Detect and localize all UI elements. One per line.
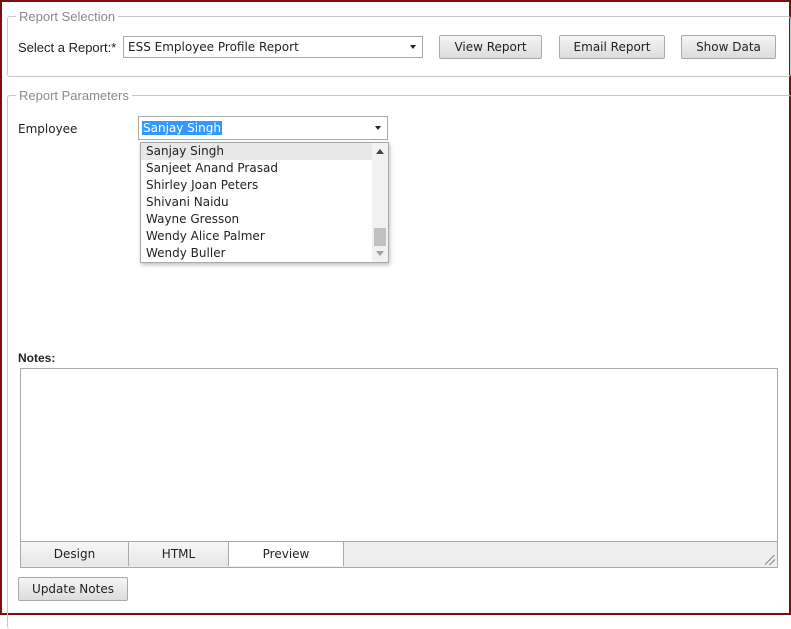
- employee-select[interactable]: Sanjay Singh: [138, 116, 388, 140]
- employee-options: Sanjay Singh Sanjeet Anand Prasad Shirley …: [141, 143, 373, 262]
- email-report-button[interactable]: Email Report: [559, 35, 665, 59]
- required-mark: *: [111, 40, 117, 55]
- report-parameters-legend: Report Parameters: [19, 88, 129, 103]
- employee-dropdown-list[interactable]: Sanjay Singh Sanjeet Anand Prasad Shirley …: [140, 142, 389, 263]
- scroll-down-icon[interactable]: [376, 251, 384, 256]
- list-item[interactable]: Wendy Buller: [141, 245, 373, 262]
- list-item[interactable]: Sanjay Singh: [141, 143, 373, 160]
- app-frame: Report Selection Select a Report:* ESS E…: [0, 0, 791, 629]
- notes-content[interactable]: [21, 369, 777, 542]
- update-notes-button[interactable]: Update Notes: [18, 577, 128, 601]
- chevron-down-icon: [375, 126, 381, 130]
- list-item[interactable]: Wendy Alice Palmer: [141, 228, 373, 245]
- show-data-button[interactable]: Show Data: [681, 35, 776, 59]
- notes-label: Notes:: [18, 351, 56, 365]
- tab-preview[interactable]: Preview: [229, 542, 344, 566]
- notes-editor[interactable]: Design HTML Preview: [20, 368, 778, 568]
- dropdown-scrollbar[interactable]: [372, 143, 388, 262]
- employee-label: Employee: [18, 122, 78, 136]
- list-item[interactable]: Wayne Gresson: [141, 211, 373, 228]
- list-item[interactable]: Shivani Naidu: [141, 194, 373, 211]
- chevron-down-icon: [410, 45, 416, 49]
- select-report-label: Select a Report:*: [18, 40, 116, 55]
- scroll-thumb[interactable]: [374, 228, 386, 246]
- report-select-value: ESS Employee Profile Report: [128, 40, 299, 54]
- tab-html[interactable]: HTML: [129, 542, 229, 566]
- scroll-up-icon[interactable]: [376, 149, 384, 154]
- view-report-button[interactable]: View Report: [439, 35, 542, 59]
- employee-select-value: Sanjay Singh: [142, 121, 222, 135]
- list-item[interactable]: Sanjeet Anand Prasad: [141, 160, 373, 177]
- editor-tabs: Design HTML Preview: [21, 541, 777, 567]
- resize-handle-icon[interactable]: [765, 555, 775, 565]
- select-report-label-text: Select a Report:: [18, 40, 112, 55]
- report-selection-legend: Report Selection: [19, 9, 116, 24]
- list-item[interactable]: Shirley Joan Peters: [141, 177, 373, 194]
- tab-design[interactable]: Design: [21, 542, 129, 566]
- report-select[interactable]: ESS Employee Profile Report: [123, 36, 423, 58]
